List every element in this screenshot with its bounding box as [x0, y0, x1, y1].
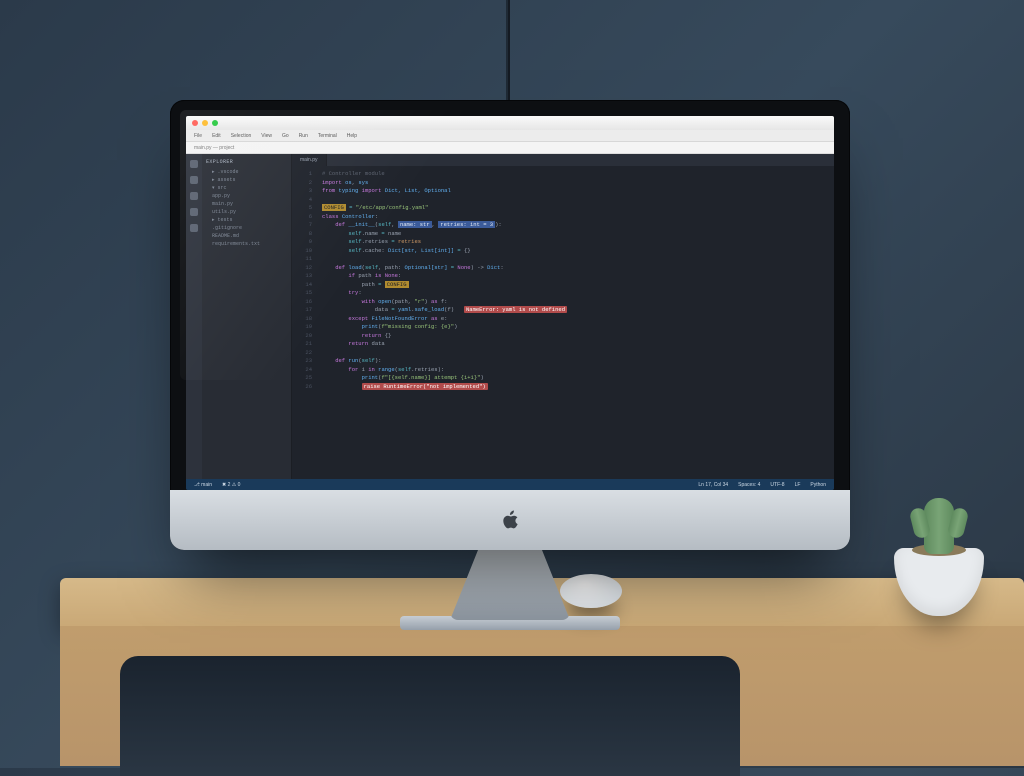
activity-bar[interactable] — [186, 154, 202, 479]
window-titlebar[interactable] — [186, 116, 834, 130]
debug-icon[interactable] — [190, 208, 198, 216]
sidebar-item[interactable]: requirements.txt — [206, 240, 287, 248]
sidebar-header: EXPLORER — [206, 158, 287, 166]
sidebar-item[interactable]: README.md — [206, 232, 287, 240]
status-problems[interactable]: ✖ 2 ⚠ 0 — [222, 482, 240, 488]
menu-edit[interactable]: Edit — [212, 133, 221, 139]
sidebar-item[interactable]: app.py — [206, 192, 287, 200]
sidebar-item[interactable]: ▸ tests — [206, 216, 287, 224]
status-branch[interactable]: ⎇ main — [194, 482, 212, 488]
sidebar-item[interactable]: ▸ .vscode — [206, 168, 287, 176]
sidebar-item[interactable]: ▾ src — [206, 184, 287, 192]
menu-terminal[interactable]: Terminal — [318, 133, 337, 139]
sidebar[interactable]: EXPLORER ▸ .vscode▸ assets▾ src app.py m… — [202, 154, 292, 479]
menu-run[interactable]: Run — [299, 133, 308, 139]
sidebar-item[interactable]: ▸ assets — [206, 176, 287, 184]
maximize-icon[interactable] — [212, 120, 218, 126]
status-lang[interactable]: Python — [810, 482, 826, 488]
git-icon[interactable] — [190, 192, 198, 200]
sidebar-item[interactable]: .gitignore — [206, 224, 287, 232]
status-position[interactable]: Ln 17, Col 34 — [698, 482, 728, 488]
menu-view[interactable]: View — [261, 133, 272, 139]
editor[interactable]: main.py 1 2 3 4 5 6 7 8 9 10 11 12 13 14… — [292, 154, 834, 479]
search-icon[interactable] — [190, 176, 198, 184]
workspace: EXPLORER ▸ .vscode▸ assets▾ src app.py m… — [186, 154, 834, 479]
cactus-plant — [924, 498, 954, 554]
status-encoding[interactable]: UTF-8 — [770, 482, 784, 488]
line-gutter: 1 2 3 4 5 6 7 8 9 10 11 12 13 14 15 16 1… — [292, 166, 316, 479]
menu-file[interactable]: File — [194, 133, 202, 139]
editor-tabs[interactable]: main.py — [292, 154, 834, 166]
close-icon[interactable] — [192, 120, 198, 126]
explorer-icon[interactable] — [190, 160, 198, 168]
status-bar[interactable]: ⎇ main ✖ 2 ⚠ 0 Ln 17, Col 34 Spaces: 4 U… — [186, 479, 834, 490]
toolbar-hint: main.py — project — [194, 145, 234, 151]
screen: File Edit Selection View Go Run Terminal Help m… — [186, 116, 834, 490]
status-spaces[interactable]: Spaces: 4 — [738, 482, 760, 488]
apple-logo-icon — [500, 508, 520, 532]
sidebar-item[interactable]: main.py — [206, 200, 287, 208]
code-body[interactable]: # Controller moduleimport os, sysfrom ty… — [316, 166, 834, 479]
menu-selection[interactable]: Selection — [231, 133, 252, 139]
menu-go[interactable]: Go — [282, 133, 289, 139]
extensions-icon[interactable] — [190, 224, 198, 232]
imac-computer: File Edit Selection View Go Run Terminal Help m… — [170, 100, 850, 630]
menu-bar[interactable]: File Edit Selection View Go Run Terminal Help — [186, 130, 834, 142]
editor-tab[interactable]: main.py — [292, 154, 327, 166]
code-area[interactable]: 1 2 3 4 5 6 7 8 9 10 11 12 13 14 15 16 1… — [292, 166, 834, 479]
status-eol[interactable]: LF — [795, 482, 801, 488]
minimize-icon[interactable] — [202, 120, 208, 126]
menu-help[interactable]: Help — [347, 133, 357, 139]
sidebar-item[interactable]: utils.py — [206, 208, 287, 216]
toolbar: main.py — project — [186, 142, 834, 154]
imac-chin — [170, 490, 850, 550]
imac-chassis: File Edit Selection View Go Run Terminal Help m… — [170, 100, 850, 550]
